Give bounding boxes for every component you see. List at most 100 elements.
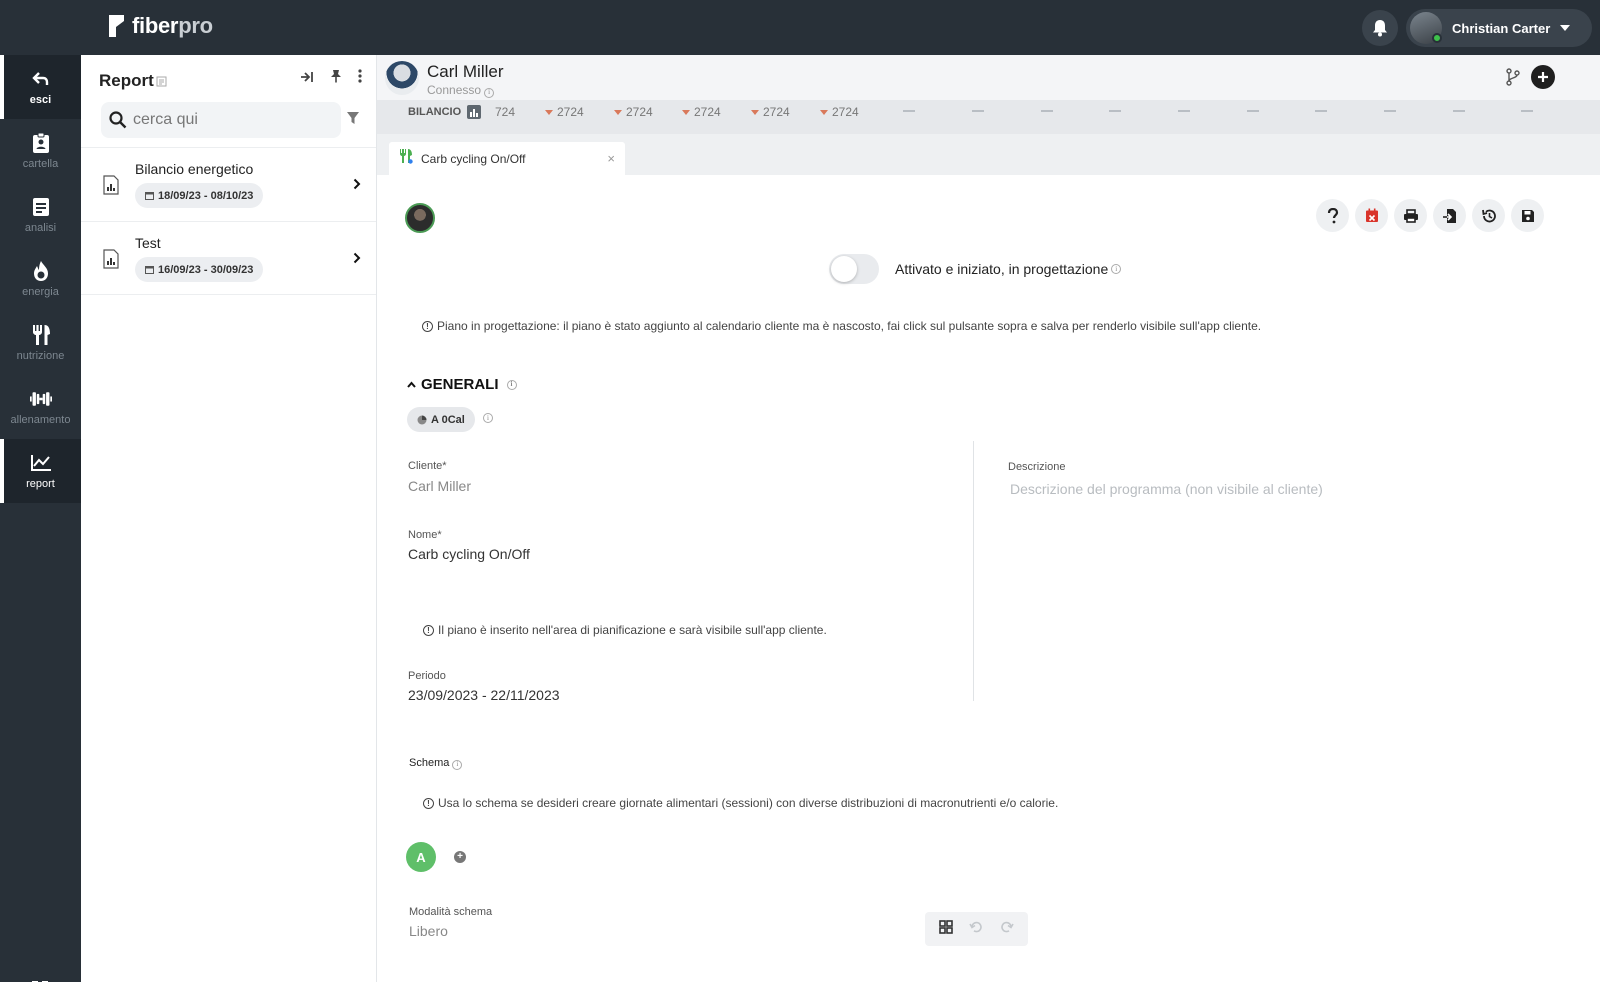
session-a-button[interactable]: A xyxy=(406,842,436,872)
import-button[interactable] xyxy=(1433,199,1466,232)
bilancio-empty-dash xyxy=(1247,110,1259,112)
online-status-indicator xyxy=(1432,33,1442,43)
descrizione-field[interactable]: Descrizione del programma (non visibile … xyxy=(1010,481,1323,497)
chevron-right-icon xyxy=(353,251,361,269)
note-text: Il piano è inserito nell'area di pianifi… xyxy=(438,623,827,637)
print-button[interactable] xyxy=(1394,199,1427,232)
cliente-field[interactable]: Carl Miller xyxy=(408,478,471,494)
trend-down-icon xyxy=(682,109,690,115)
note-text: Usa lo schema se desideri creare giornat… xyxy=(438,796,1059,810)
bilancio-label-text: BILANCIO xyxy=(408,106,462,118)
nav-item-energia[interactable]: energia xyxy=(0,247,81,311)
info-icon[interactable]: i xyxy=(452,759,463,770)
nome-field[interactable]: Carb cycling On/Off xyxy=(408,546,530,562)
nav-label: allenamento xyxy=(10,414,71,426)
clipboard-icon xyxy=(30,132,52,154)
bar-chart-icon[interactable] xyxy=(467,105,482,119)
flame-icon xyxy=(30,260,52,282)
main-content: Carl Miller Connesso i BILANCIO 724 2724 … xyxy=(377,55,1600,982)
bilancio-value: 724 xyxy=(495,105,516,119)
alert-circle-icon: ! xyxy=(423,624,434,636)
save-button[interactable] xyxy=(1511,199,1544,232)
back-arrow-icon xyxy=(30,68,52,90)
search-input[interactable] xyxy=(133,111,333,129)
add-button[interactable] xyxy=(1531,65,1555,89)
plan-toolbar xyxy=(1316,199,1544,232)
pill-text: A 0Cal xyxy=(431,413,465,426)
add-session-button[interactable]: + xyxy=(454,851,466,863)
bilancio-empty-dash xyxy=(1041,110,1053,112)
undo-icon[interactable] xyxy=(969,920,983,939)
grid-icon[interactable] xyxy=(939,919,953,939)
info-icon[interactable]: i xyxy=(506,379,517,390)
nav-item-cartella[interactable]: cartella xyxy=(0,119,81,183)
chevron-down-icon xyxy=(1560,25,1571,31)
filter-icon[interactable] xyxy=(346,111,360,130)
nutrition-plan-icon xyxy=(399,148,413,169)
panel-actions xyxy=(300,69,362,88)
alert-circle-icon: ! xyxy=(422,320,433,332)
info-icon[interactable]: i xyxy=(483,413,493,423)
bilancio-empty-dash xyxy=(1384,110,1396,112)
plan-design-note: ! Piano in progettazione: il piano è sta… xyxy=(422,319,1261,333)
bell-icon xyxy=(1373,20,1387,37)
app-logo[interactable]: fiberpro xyxy=(106,13,213,39)
help-button[interactable] xyxy=(1316,199,1349,232)
client-status-text: Connesso xyxy=(427,83,482,97)
nav-item-esci[interactable]: esci xyxy=(0,55,81,119)
collapse-panel-icon[interactable] xyxy=(300,70,314,88)
close-icon[interactable]: × xyxy=(607,151,615,166)
descrizione-label: Descrizione xyxy=(1008,461,1066,473)
client-name[interactable]: Carl Miller xyxy=(427,62,504,82)
nav-item-allenamento[interactable]: allenamento xyxy=(0,375,81,439)
calorie-pill[interactable]: A 0Cal xyxy=(407,407,475,432)
main-sidebar: esci cartella analisi energia nutrizione… xyxy=(0,55,81,982)
nav-item-report[interactable]: report xyxy=(0,439,81,503)
bilancio-empty-dash xyxy=(972,110,984,112)
client-avatar[interactable] xyxy=(385,61,419,95)
bilancio-value: 2724 xyxy=(820,105,859,119)
delete-calendar-button[interactable] xyxy=(1355,199,1388,232)
periodo-field[interactable]: 23/09/2023 - 22/11/2023 xyxy=(408,687,560,703)
logo-text-pro: pro xyxy=(178,13,213,38)
bilancio-value: 2724 xyxy=(751,105,790,119)
info-icon[interactable]: i xyxy=(1111,264,1122,274)
tab-carb-cycling[interactable]: Carb cycling On/Off × xyxy=(389,142,625,175)
bilancio-value: 2724 xyxy=(614,105,653,119)
calendar-icon xyxy=(145,192,154,200)
modalita-field[interactable]: Libero xyxy=(409,923,448,939)
generali-section-header[interactable]: GENERALI i xyxy=(407,376,517,393)
report-name: Test xyxy=(135,235,161,251)
trend-down-icon xyxy=(751,109,759,115)
periodo-label: Periodo xyxy=(408,670,446,682)
user-name: Christian Carter xyxy=(1452,20,1551,36)
notifications-button[interactable] xyxy=(1362,10,1398,46)
bilancio-strip: BILANCIO 724 2724 2724 2724 2724 2724 xyxy=(377,100,1600,134)
pin-icon[interactable] xyxy=(330,69,342,88)
history-button[interactable] xyxy=(1472,199,1505,232)
branch-icon[interactable] xyxy=(1506,68,1520,91)
modalita-label: Modalità schema xyxy=(409,906,493,918)
date-range-text: 16/09/23 - 30/09/23 xyxy=(158,263,254,276)
schema-label: Schema i xyxy=(409,757,463,770)
logo-text-main: fiber xyxy=(132,13,179,38)
report-list-item[interactable]: Test 16/09/23 - 30/09/23 xyxy=(81,221,376,295)
nav-item-nutrizione[interactable]: nutrizione xyxy=(0,311,81,375)
redo-icon[interactable] xyxy=(1000,920,1014,939)
chart-icon xyxy=(30,452,52,474)
more-menu-icon[interactable] xyxy=(358,69,362,88)
report-file-icon xyxy=(103,249,119,274)
column-divider xyxy=(973,441,974,701)
tab-label: Carb cycling On/Off xyxy=(421,151,526,166)
save-icon xyxy=(1521,209,1534,222)
bilancio-empty-dash xyxy=(1178,110,1190,112)
activation-toggle[interactable] xyxy=(829,254,879,284)
info-icon[interactable]: i xyxy=(484,87,495,98)
author-avatar[interactable] xyxy=(405,203,435,233)
report-list-item[interactable]: Bilancio energetico 18/09/23 - 08/10/23 xyxy=(81,147,376,221)
bilancio-value-text: 2724 xyxy=(557,105,584,119)
search-box xyxy=(101,102,341,138)
client-header: Carl Miller Connesso i xyxy=(377,55,1600,100)
nav-item-analisi[interactable]: analisi xyxy=(0,183,81,247)
toggle-knob xyxy=(831,256,857,282)
